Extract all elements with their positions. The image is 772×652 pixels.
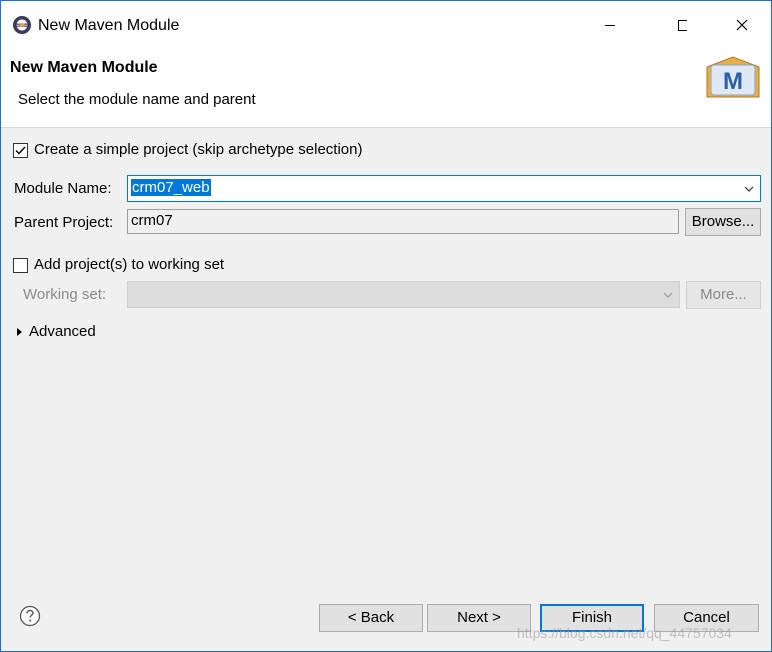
module-name-label: Module Name: (14, 180, 112, 197)
next-button[interactable]: Next > (427, 604, 531, 632)
maximize-icon (678, 20, 689, 31)
title-bar[interactable]: New Maven Module (1, 1, 771, 45)
working-set-checkbox[interactable] (13, 258, 28, 273)
chevron-down-icon[interactable] (744, 184, 754, 194)
maximize-button[interactable] (641, 1, 689, 45)
minimize-button[interactable] (587, 1, 633, 45)
simple-project-checkbox[interactable] (13, 143, 28, 158)
watermark-text: https://blog.csdn.net/qq_44757034 (517, 625, 732, 641)
chevron-down-icon[interactable] (663, 290, 673, 300)
close-icon (736, 19, 748, 31)
wizard-header: New Maven Module Select the module name … (1, 45, 771, 128)
parent-project-label: Parent Project: (14, 214, 114, 231)
parent-project-field[interactable]: crm07 (127, 209, 679, 234)
close-button[interactable] (717, 1, 763, 45)
minimize-icon (605, 25, 615, 26)
working-set-checkbox-label[interactable]: Add project(s) to working set (34, 256, 224, 273)
more-button[interactable]: More... (686, 281, 761, 309)
browse-button[interactable]: Browse... (685, 208, 761, 236)
module-name-input[interactable]: crm07_web (127, 175, 761, 202)
eclipse-app-icon (13, 16, 31, 34)
window-title: New Maven Module (38, 17, 180, 34)
working-set-select[interactable] (127, 281, 680, 308)
expand-triangle-icon[interactable] (15, 327, 25, 337)
working-set-label: Working set: (23, 286, 107, 303)
maven-logo-letter: M (723, 68, 743, 95)
maven-logo-icon: M (706, 56, 760, 98)
checkmark-icon (15, 146, 26, 155)
page-title: New Maven Module (10, 59, 158, 76)
back-button[interactable]: < Back (319, 604, 423, 632)
help-icon[interactable] (19, 605, 41, 627)
new-maven-module-dialog: New Maven Module New Maven Module Select… (0, 0, 772, 652)
advanced-section-toggle[interactable]: Advanced (29, 323, 96, 340)
wizard-content: Create a simple project (skip archetype … (1, 128, 771, 588)
module-name-value: crm07_web (131, 179, 211, 196)
page-description: Select the module name and parent (18, 91, 256, 108)
parent-project-value: crm07 (131, 212, 173, 229)
simple-project-label[interactable]: Create a simple project (skip archetype … (34, 141, 362, 158)
